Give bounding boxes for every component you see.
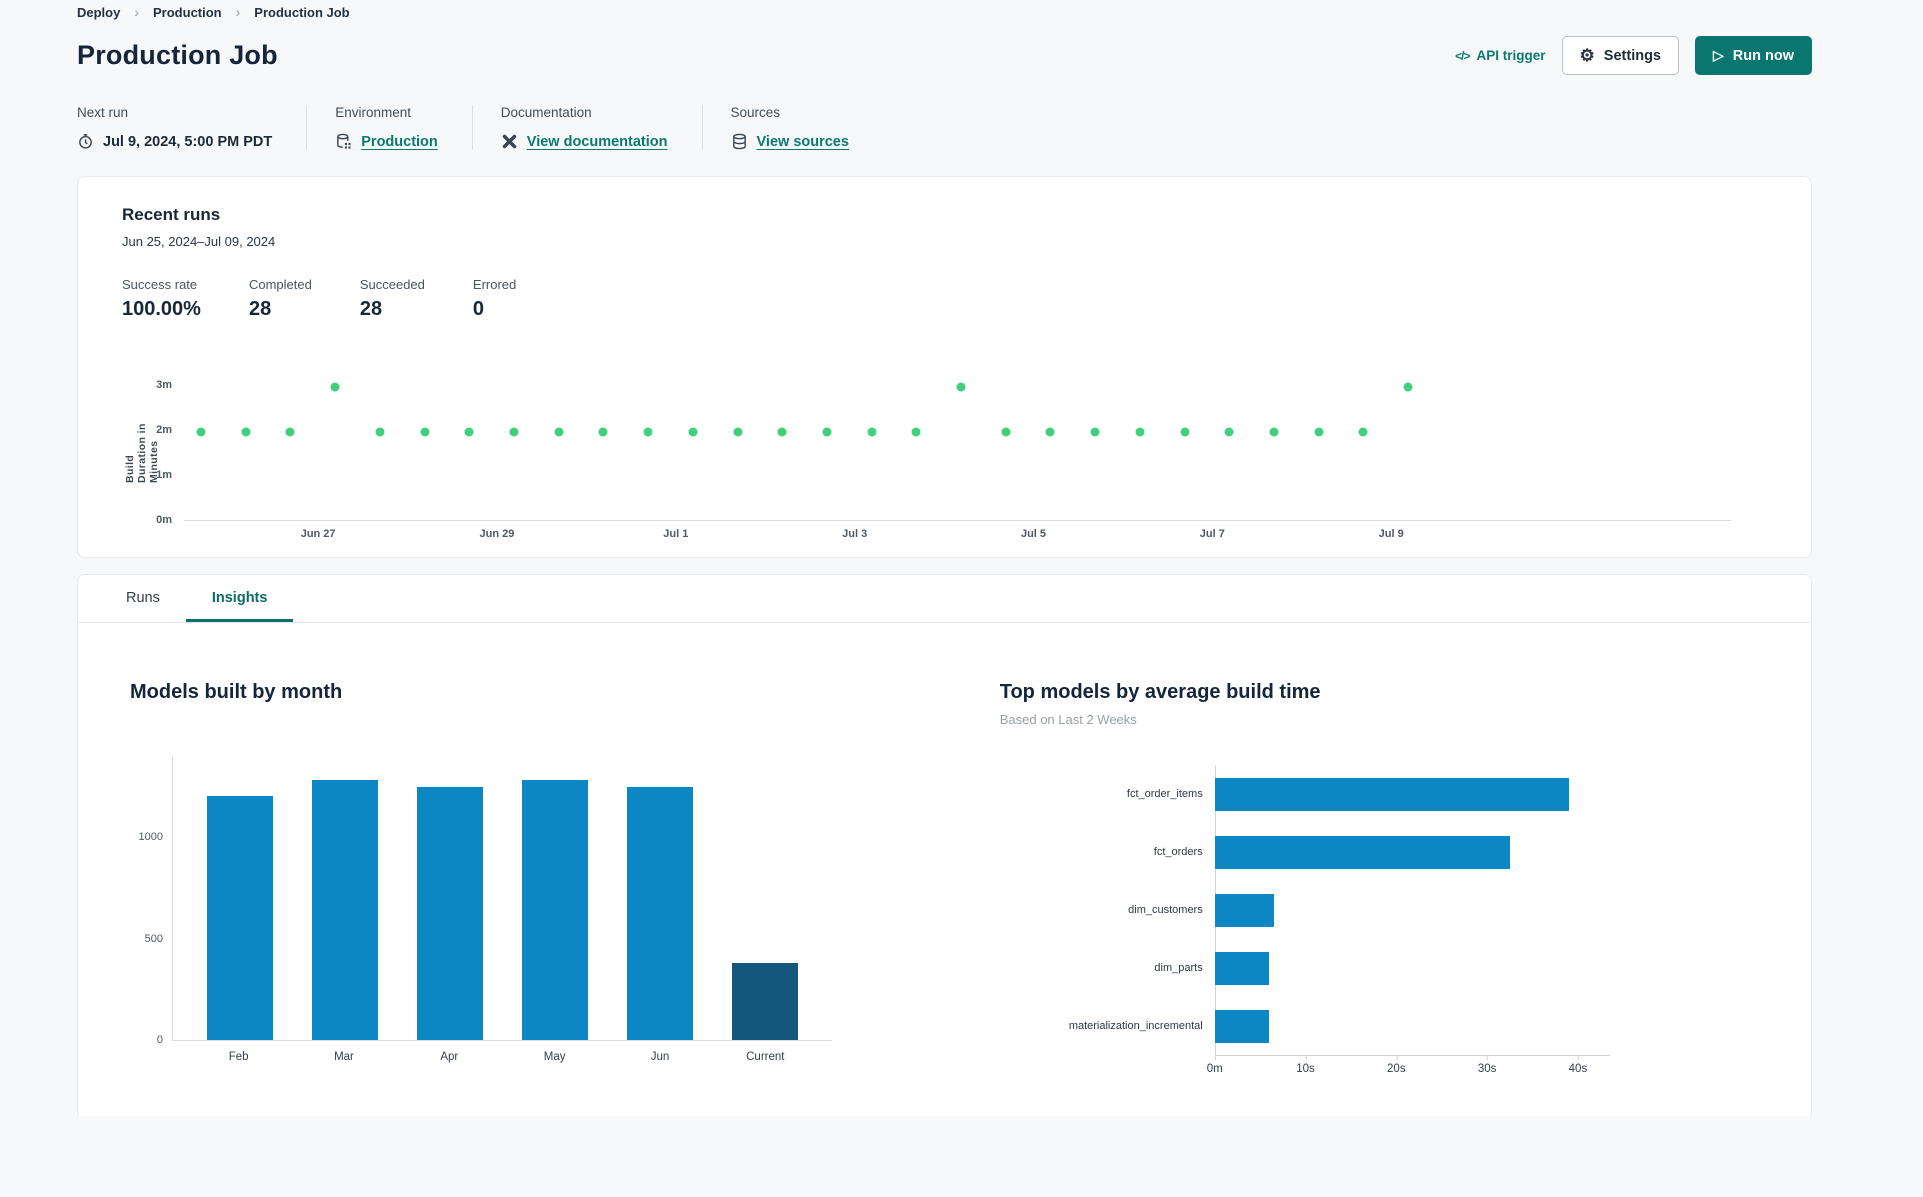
next-run-value: Jul 9, 2024, 5:00 PM PDT [103, 133, 273, 150]
models-by-month-title: Models built by month [130, 681, 343, 703]
run-scatter-plot[interactable]: 0m 1m 2m 3m Jun 27 Jun 29 Jul 1 Jul 3 Jul 5 Jul 7… [156, 369, 1731, 540]
stat-succeeded: Succeeded 28 [360, 277, 425, 321]
top-models-block: Top models by average build time Based o… [1000, 681, 1771, 1081]
api-trigger-link[interactable]: </> API trigger [1455, 48, 1545, 63]
stat-label: Completed [248, 277, 312, 292]
runs-insights-panel: Runs Insights Models built by month 0 500… [77, 574, 1812, 1116]
documentation-block: Documentation View documentation [471, 105, 702, 150]
settings-button-label: Settings [1603, 47, 1661, 64]
month-bar-current[interactable] [732, 962, 799, 1040]
month-bar-mar[interactable] [311, 780, 378, 1040]
stat-success-rate: Success rate 100.00% [122, 277, 201, 321]
top-models-axis: 0m 10s 20s 30s 40s [1207, 1055, 1610, 1081]
environment-link[interactable]: Production [361, 134, 438, 150]
stat-label: Success rate [122, 277, 198, 292]
database-icon [731, 133, 748, 150]
stat-value: 28 [359, 298, 383, 320]
tab-insights[interactable]: Insights [185, 575, 294, 622]
breadcrumb-production[interactable]: Production [153, 5, 222, 20]
top-models-chart[interactable]: fct_order_items fct_orders dim_customersdi… [1000, 765, 1610, 1081]
recent-runs-date-range: Jun 25, 2024–Jul 09, 2024 [122, 234, 276, 249]
sources-block: Sources View sources [701, 105, 883, 150]
month-category-label: Apr [440, 1051, 459, 1063]
build-time-bar-dim_parts[interactable] [1214, 951, 1270, 985]
sources-label: Sources [730, 105, 781, 120]
api-trigger-label: API trigger [1476, 48, 1546, 63]
stat-value: 100.00% [122, 298, 201, 320]
month-category-label: Mar [334, 1051, 354, 1063]
build-time-bar-dim_customers[interactable] [1214, 893, 1274, 927]
breadcrumb-production-job: Production Job [254, 4, 350, 20]
month-bar-feb[interactable] [206, 795, 273, 1040]
month-bar-jun[interactable] [627, 787, 694, 1040]
next-run-label: Next run [77, 105, 129, 120]
job-meta-row: Next run Jul 9, 2024, 5:00 PM PDT Enviro… [77, 105, 1812, 150]
model-label: dim_parts [1154, 962, 1203, 974]
environment-label: Environment [335, 105, 412, 120]
stat-label: Errored [472, 277, 517, 292]
month-bars: 0 500 1000 [139, 756, 832, 1046]
documentation-label: Documentation [500, 105, 592, 120]
play-icon: ▷ [1713, 47, 1724, 63]
page-title: Production Job [77, 40, 278, 70]
month-category-label: Feb [228, 1051, 249, 1063]
model-label: fct_orders [1153, 846, 1203, 858]
chevron-right-icon: › [235, 4, 241, 20]
month-categories: Feb Mar Apr May Jun Current [172, 1051, 832, 1063]
top-models-title: Top models by average build time [999, 681, 1321, 703]
settings-button[interactable]: ⚙ Settings [1561, 36, 1679, 75]
models-by-month-block: Models built by month 0 500 1000 Feb Mar Apr… [130, 681, 1000, 1081]
insights-content: Models built by month 0 500 1000 Feb Mar Apr… [78, 623, 1811, 1081]
run-now-button[interactable]: ▷ Run now [1695, 36, 1812, 75]
recent-runs-title: Recent runs [122, 205, 221, 224]
model-label: dim_customers [1128, 904, 1203, 916]
page-header: Production Job </> API trigger ⚙ Setting… [77, 36, 1812, 75]
page: Deploy › Production › Production Job Pro… [0, 0, 1923, 1116]
build-time-bar-fct_orders[interactable] [1214, 835, 1510, 869]
chevron-right-icon: › [134, 4, 140, 20]
model-label: fct_order_items [1126, 788, 1203, 800]
month-bar-may[interactable] [522, 780, 589, 1040]
build-time-bar-fct_order_items[interactable] [1214, 777, 1569, 811]
month-category-label: Current [746, 1051, 785, 1063]
month-bar-apr[interactable] [416, 787, 483, 1040]
recent-runs-card: Recent runs Jun 25, 2024–Jul 09, 2024 Su… [77, 176, 1812, 558]
run-duration-chart: Build Duration in Minutes 0m 1m 2m 3m Jun 27… [124, 369, 1731, 540]
month-category-label: Jun [650, 1051, 670, 1063]
stat-value: 28 [248, 298, 272, 320]
top-models-subtitle: Based on Last 2 Weeks [999, 712, 1137, 727]
view-sources-link[interactable]: View sources [757, 134, 849, 150]
tab-runs[interactable]: Runs [100, 575, 186, 622]
stat-value: 0 [472, 298, 485, 320]
dbt-logo-icon [501, 133, 518, 150]
month-category-label: May [543, 1051, 566, 1063]
view-documentation-link[interactable]: View documentation [527, 134, 668, 150]
header-actions: </> API trigger ⚙ Settings ▷ Run now [1455, 36, 1812, 75]
alarm-clock-icon [77, 133, 94, 150]
environment-block: Environment Production [306, 105, 472, 150]
gear-icon: ⚙ [1579, 46, 1595, 65]
database-environment-icon [335, 133, 352, 150]
scatter-y-axis-label: Build Duration in Minutes [124, 423, 160, 483]
models-by-month-chart[interactable]: 0 500 1000 Feb Mar Apr May Jun Current [139, 756, 832, 1063]
breadcrumb-deploy[interactable]: Deploy [77, 5, 120, 20]
code-icon: </> [1455, 48, 1470, 63]
build-time-bar-materialization_incremental[interactable] [1214, 1009, 1270, 1043]
breadcrumb: Deploy › Production › Production Job [77, 0, 1812, 20]
recent-runs-stats: Success rate 100.00% Completed 28 Succee… [122, 277, 1767, 321]
stat-completed: Completed 28 [249, 277, 312, 321]
next-run-block: Next run Jul 9, 2024, 5:00 PM PDT [77, 105, 306, 150]
stat-errored: Errored 0 [473, 277, 516, 321]
stat-label: Succeeded [359, 277, 425, 292]
top-models-rows: fct_order_items fct_orders dim_customersdi… [1000, 765, 1610, 1055]
model-label: materialization_incremental [1068, 1020, 1203, 1032]
tab-bar: Runs Insights [78, 575, 1811, 623]
run-now-button-label: Run now [1732, 47, 1794, 64]
